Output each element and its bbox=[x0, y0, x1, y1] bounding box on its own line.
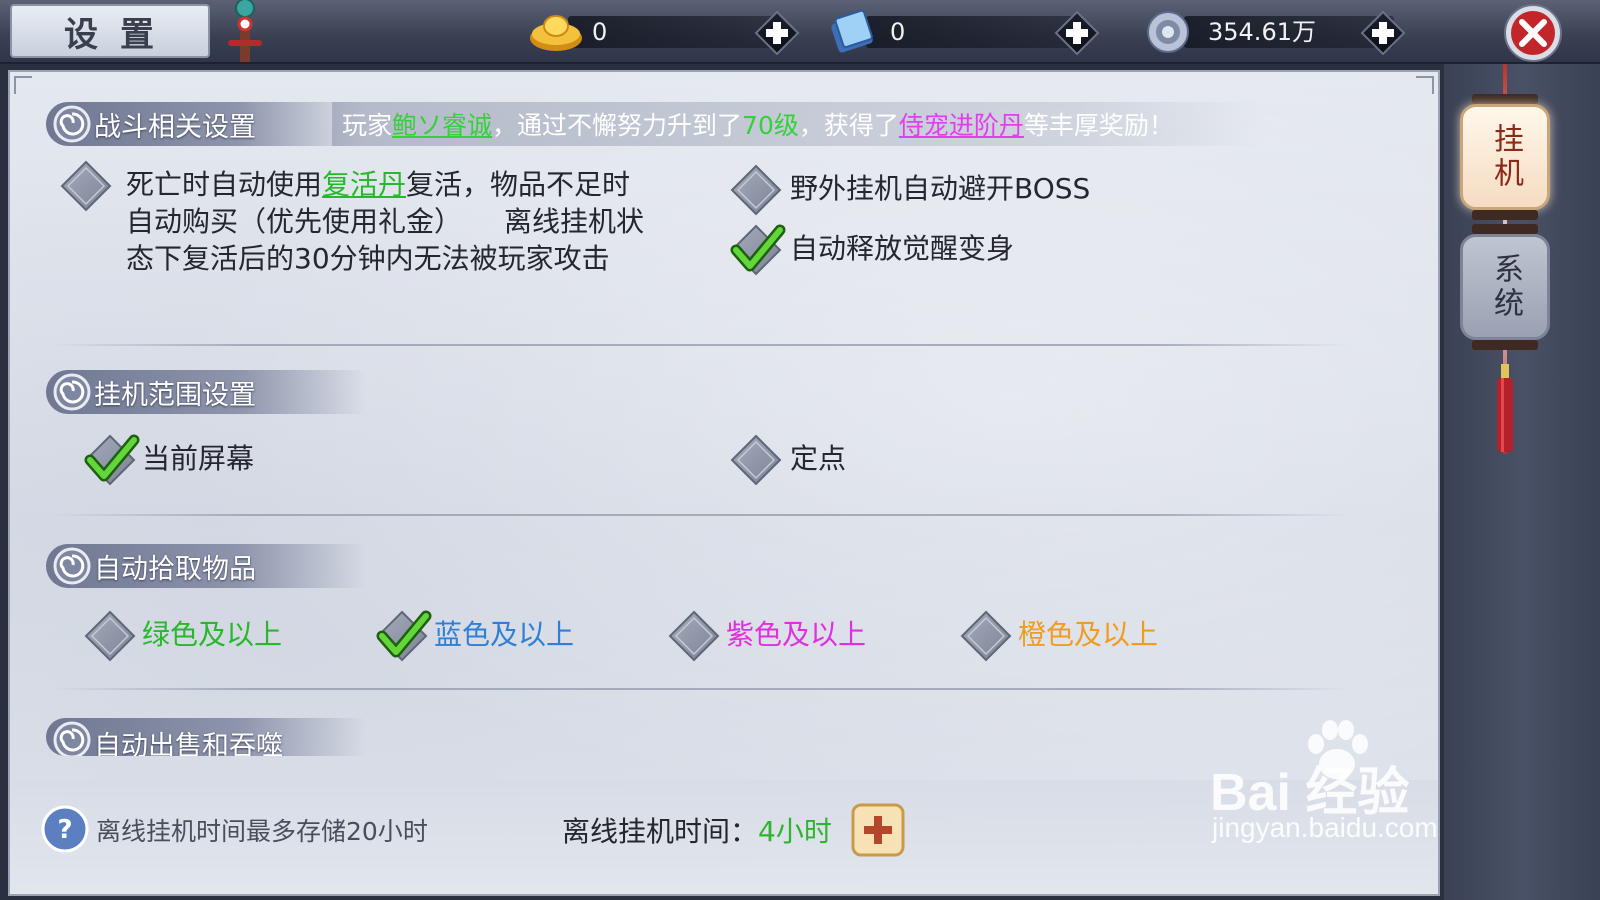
unchecked-diamond-icon[interactable] bbox=[726, 432, 786, 488]
avoid-boss-label: 野外挂机自动避开BOSS bbox=[790, 172, 1091, 205]
auto-awaken-label: 自动释放觉醒变身 bbox=[790, 232, 1015, 265]
top-bar: 设置 0 0 354.61万 bbox=[0, 0, 1600, 64]
fixed-point-option[interactable]: 定点 bbox=[726, 440, 846, 488]
tab-idle[interactable]: 挂机 bbox=[1460, 104, 1550, 210]
coupon-value: 0 bbox=[890, 18, 906, 46]
add-gold-button[interactable] bbox=[754, 10, 800, 56]
unchecked-diamond-icon[interactable] bbox=[664, 608, 724, 664]
settings-panel: 战斗相关设置 玩家 鲍ソ睿诚 ，通过不懈努力升到了 70级 ，获得了 侍宠进阶丹… bbox=[8, 70, 1440, 896]
broadcast-middle: ，通过不懈努力升到了 bbox=[492, 111, 743, 140]
pickup-green-option[interactable]: 绿色及以上 bbox=[80, 616, 282, 664]
close-button[interactable] bbox=[1502, 2, 1564, 64]
section-header-sell: 自动出售和吞噬 bbox=[46, 718, 366, 756]
revive-pill-link[interactable]: 复活丹 bbox=[322, 168, 406, 201]
currency-coupon: 0 bbox=[826, 8, 1096, 54]
avoid-boss-option[interactable]: 野外挂机自动避开BOSS bbox=[726, 170, 1090, 218]
svg-text:?: ? bbox=[57, 815, 72, 845]
swirl-icon bbox=[46, 370, 94, 414]
scroll-coupon-icon bbox=[831, 9, 873, 53]
section-title: 自动拾取物品 bbox=[94, 553, 256, 585]
broadcast-item-link[interactable]: 侍宠进阶丹 bbox=[899, 106, 1024, 142]
section-title: 自动出售和吞噬 bbox=[94, 730, 283, 757]
broadcast-level: 70级 bbox=[742, 111, 799, 140]
pickup-green-label: 绿色及以上 bbox=[142, 618, 283, 651]
offline-storage-hint: 离线挂机时间最多存储20小时 bbox=[96, 817, 428, 846]
silver-coin-icon bbox=[1147, 11, 1189, 53]
divider bbox=[50, 688, 1350, 690]
current-screen-label: 当前屏幕 bbox=[142, 442, 255, 475]
tab-system[interactable]: 系统 bbox=[1460, 234, 1550, 340]
checked-checkbox-icon[interactable] bbox=[80, 432, 140, 488]
unchecked-diamond-icon[interactable] bbox=[956, 608, 1016, 664]
pickup-blue-label: 蓝色及以上 bbox=[434, 618, 575, 651]
swirl-icon bbox=[46, 544, 94, 588]
swirl-icon bbox=[46, 102, 94, 146]
add-silver-button[interactable] bbox=[1360, 10, 1406, 56]
pickup-purple-option[interactable]: 紫色及以上 bbox=[664, 616, 866, 664]
checked-checkbox-icon[interactable] bbox=[372, 608, 432, 664]
revive-option[interactable]: 死亡时自动使用复活丹复活，物品不足时自动购买（优先使用礼金） 离线挂机状态下复活… bbox=[56, 166, 646, 277]
pickup-blue-option[interactable]: 蓝色及以上 bbox=[372, 616, 574, 664]
right-tab-bar: 挂机 系统 bbox=[1444, 64, 1600, 900]
divider bbox=[50, 344, 1350, 346]
section-header-combat: 战斗相关设置 bbox=[46, 102, 366, 146]
gold-ingot-icon bbox=[530, 15, 582, 51]
broadcast-middle2: ，获得了 bbox=[798, 111, 899, 140]
pickup-purple-label: 紫色及以上 bbox=[726, 618, 867, 651]
broadcast-ticker: 玩家 鲍ソ睿诚 ，通过不懈努力升到了 70级 ，获得了 侍宠进阶丹 等丰厚奖励！ bbox=[332, 102, 1262, 146]
unchecked-diamond-icon[interactable] bbox=[80, 608, 140, 664]
gold-value: 0 bbox=[592, 18, 608, 46]
add-coupon-button[interactable] bbox=[1054, 10, 1100, 56]
pickup-orange-option[interactable]: 橙色及以上 bbox=[956, 616, 1158, 664]
currency-silver: 354.61万 bbox=[1144, 8, 1414, 54]
section-title: 挂机范围设置 bbox=[94, 379, 256, 411]
help-question-icon[interactable]: ? bbox=[40, 804, 90, 854]
broadcast-player-link[interactable]: 鲍ソ睿诚 bbox=[392, 106, 492, 142]
fixed-point-label: 定点 bbox=[790, 442, 847, 475]
swirl-icon bbox=[46, 718, 94, 756]
silver-value: 354.61万 bbox=[1208, 18, 1316, 46]
add-offline-time-button[interactable] bbox=[850, 802, 906, 858]
revive-option-text: 死亡时自动使用复活丹复活，物品不足时自动购买（优先使用礼金） 离线挂机状态下复活… bbox=[126, 168, 645, 275]
offline-time-value: 4小时 bbox=[758, 815, 832, 848]
checked-checkbox-icon[interactable] bbox=[726, 222, 786, 278]
divider bbox=[50, 514, 1350, 516]
auto-awaken-option[interactable]: 自动释放觉醒变身 bbox=[726, 230, 1014, 278]
section-header-range: 挂机范围设置 bbox=[46, 370, 366, 414]
currency-gold: 0 bbox=[528, 8, 798, 54]
tassel-icon bbox=[1497, 364, 1513, 452]
unchecked-diamond-icon[interactable] bbox=[726, 162, 786, 218]
section-title: 战斗相关设置 bbox=[94, 111, 256, 143]
window-title: 设置 bbox=[10, 4, 210, 58]
knot-ornament-icon bbox=[228, 0, 262, 62]
offline-time-label: 离线挂机时间：4小时 bbox=[562, 815, 832, 848]
broadcast-suffix: 等丰厚奖励！ bbox=[1023, 111, 1174, 140]
unchecked-diamond-icon[interactable] bbox=[56, 158, 116, 214]
pickup-orange-label: 橙色及以上 bbox=[1018, 618, 1159, 651]
section-header-pickup: 自动拾取物品 bbox=[46, 544, 366, 588]
broadcast-prefix: 玩家 bbox=[342, 111, 393, 140]
current-screen-option[interactable]: 当前屏幕 bbox=[80, 440, 254, 488]
